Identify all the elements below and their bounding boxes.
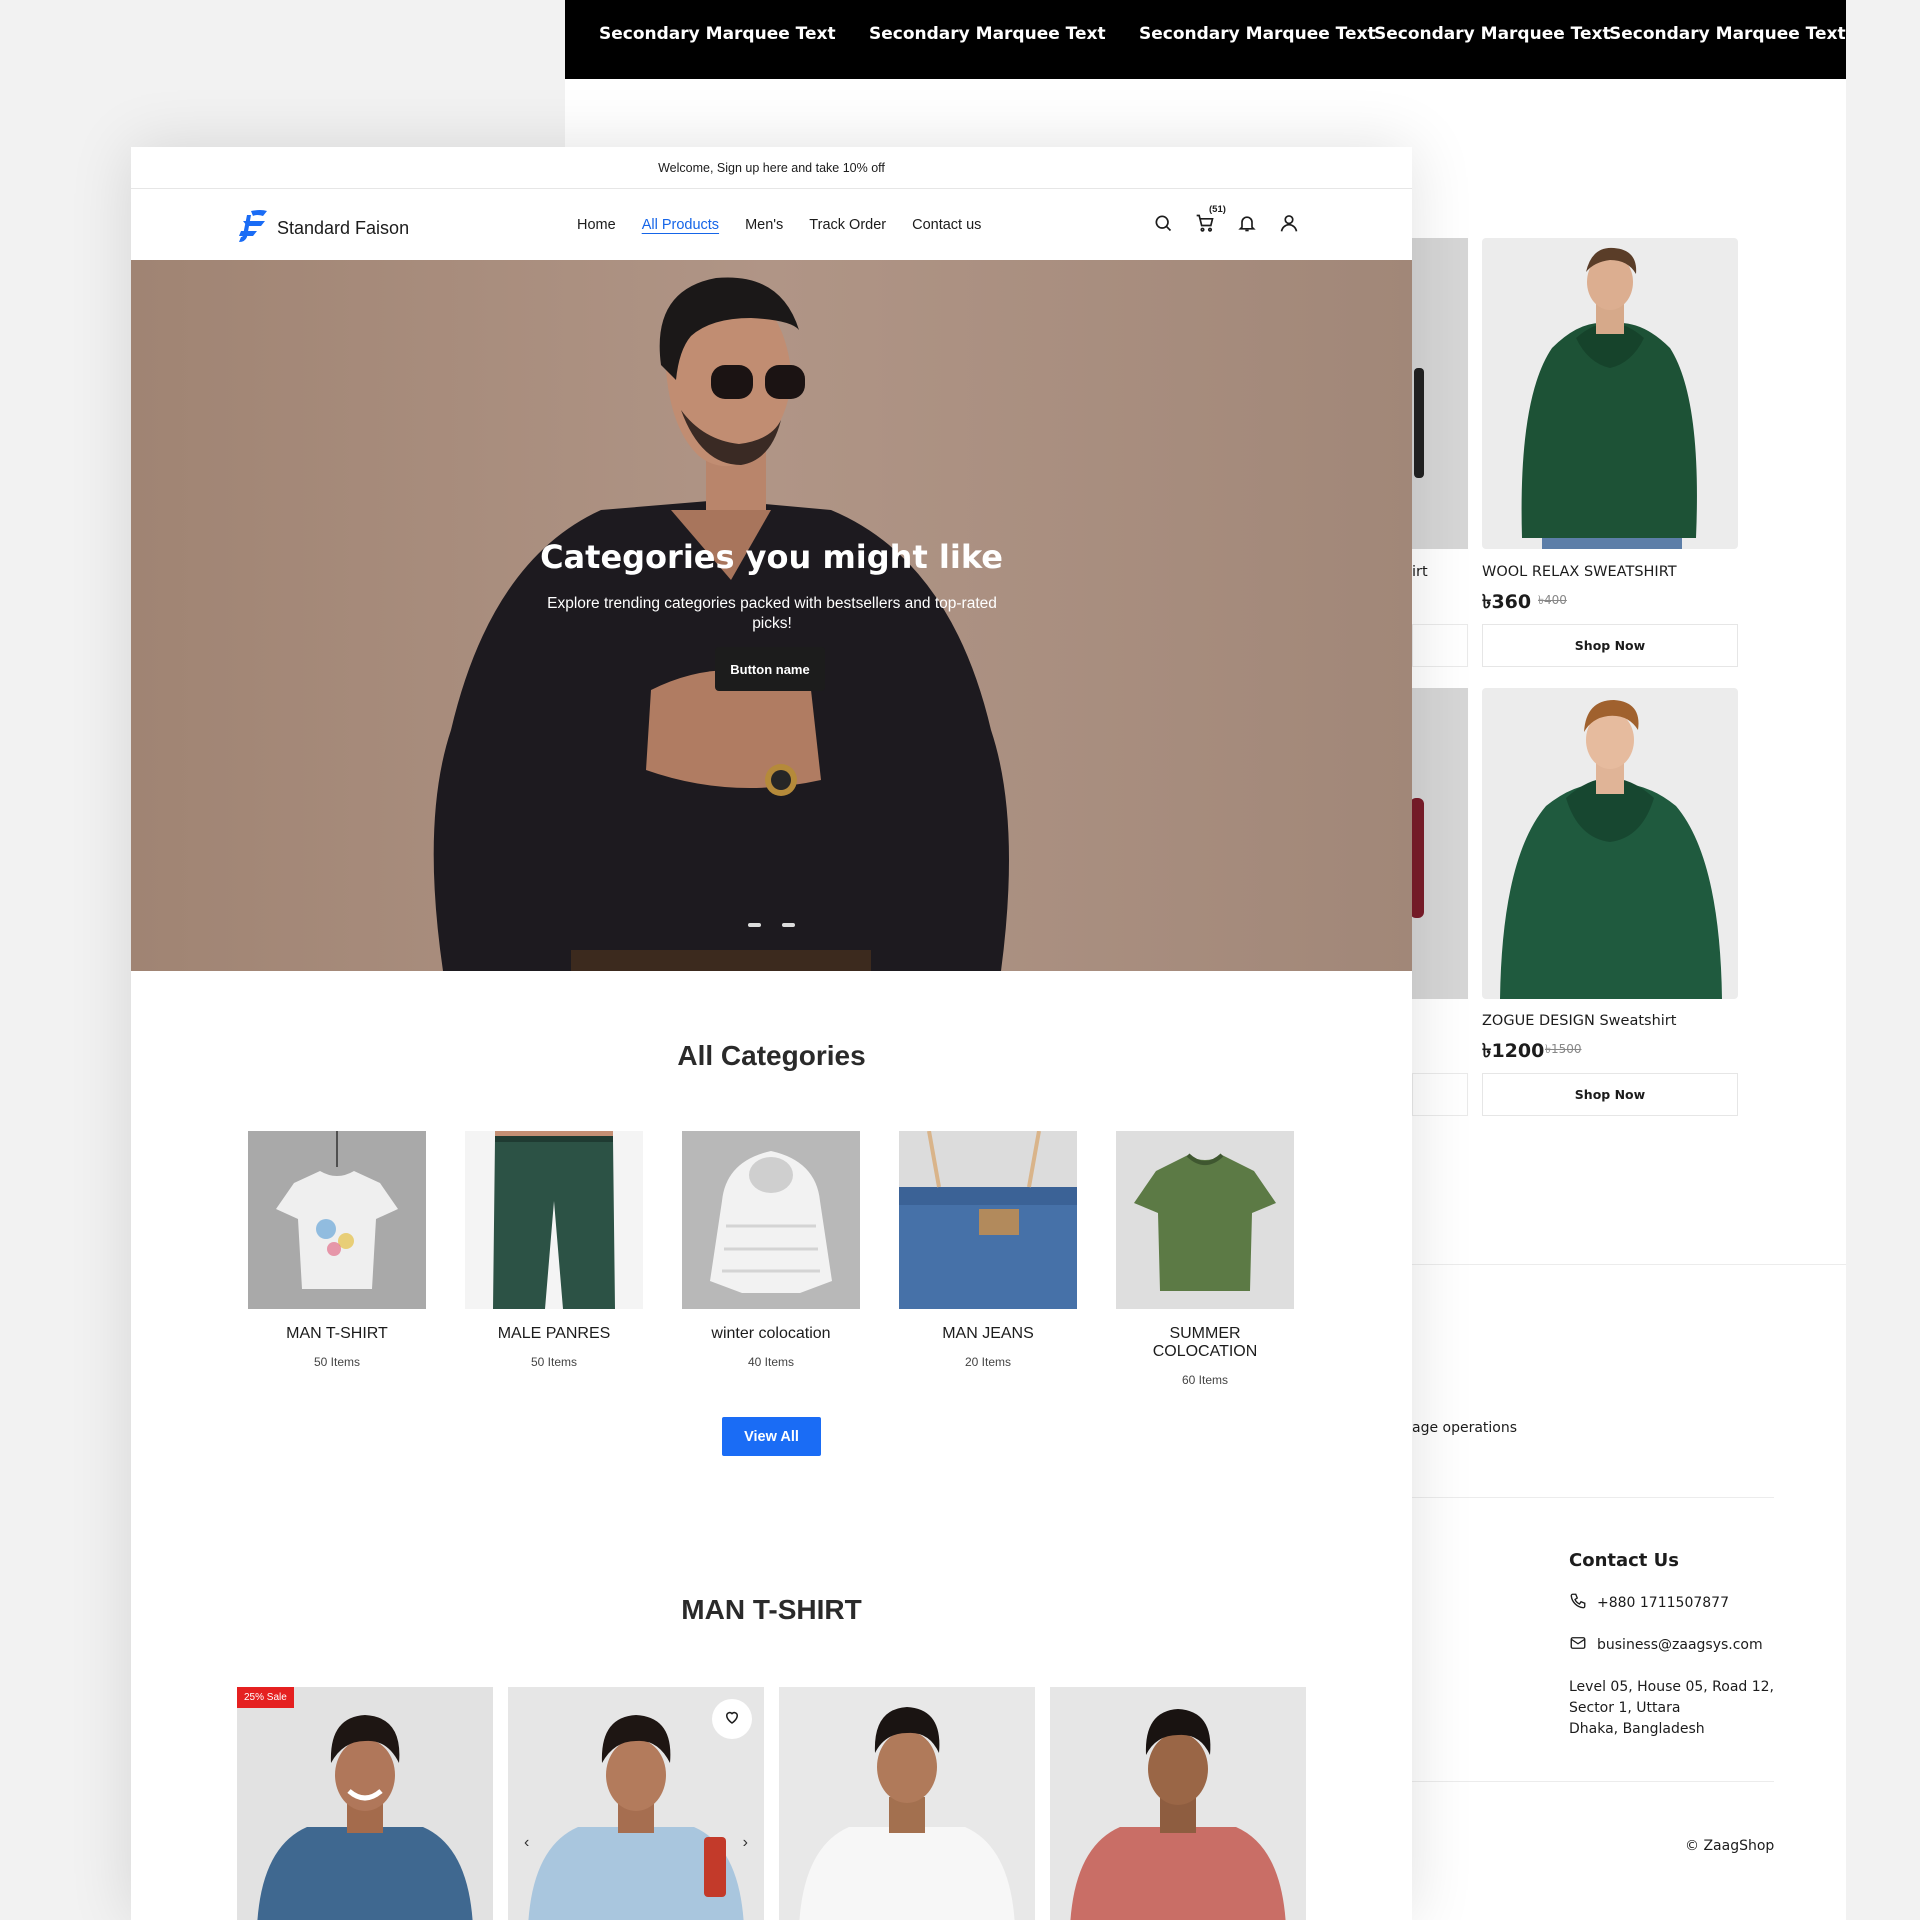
- tshirt-section-title: MAN T-SHIRT: [681, 1594, 862, 1625]
- category-count: 60 Items: [1181, 1373, 1229, 1387]
- category-count: 50 Items: [530, 1355, 578, 1369]
- category-count: 50 Items: [313, 1355, 361, 1369]
- divider: [1412, 1497, 1774, 1498]
- hero-subtitle: Explore trending categories packed with …: [547, 595, 997, 632]
- nav-track-order[interactable]: Track Order: [809, 217, 886, 233]
- product-old-price: ৳400: [1538, 593, 1567, 607]
- address-line: Sector 1, Uttara: [1569, 1700, 1681, 1716]
- product-name: irt: [1412, 564, 1428, 580]
- chevron-left-icon[interactable]: ‹: [524, 1834, 529, 1852]
- hero-title: Categories you might like: [540, 538, 1003, 576]
- product-image[interactable]: [1482, 688, 1738, 999]
- shop-now-button[interactable]: [1412, 1073, 1468, 1116]
- product-name: ZOGUE DESIGN Sweatshirt: [1482, 1013, 1677, 1029]
- category-name: MALE PANRES: [497, 1325, 611, 1342]
- brand-name: Standard Faison: [277, 218, 410, 238]
- category-image[interactable]: [465, 1131, 643, 1309]
- category-count: 20 Items: [964, 1355, 1012, 1369]
- announcement-bar: Welcome, Sign up here and take 10% off: [131, 147, 1412, 189]
- category-count: 40 Items: [747, 1355, 795, 1369]
- address-line: Dhaka, Bangladesh: [1569, 1721, 1705, 1737]
- view-all-button[interactable]: View All: [722, 1417, 821, 1456]
- product-image[interactable]: [1410, 688, 1468, 999]
- category-image[interactable]: [1116, 1131, 1294, 1309]
- announcement-text[interactable]: Welcome, Sign up here and take 10% off: [658, 161, 885, 175]
- product-card[interactable]: [779, 1687, 1035, 1920]
- marquee-text: Secondary Marquee Text: [1374, 24, 1611, 44]
- carousel-dot[interactable]: [782, 923, 795, 927]
- hero-cta-button[interactable]: Button name: [715, 647, 825, 691]
- cart-icon[interactable]: (51): [1195, 204, 1226, 233]
- nav-all-products[interactable]: All Products: [642, 217, 719, 233]
- category-card[interactable]: MAN T-SHIRT 50 Items: [248, 1131, 426, 1369]
- chevron-right-icon[interactable]: ›: [743, 1834, 748, 1852]
- marquee-text: Secondary Marquee Text: [1139, 24, 1376, 44]
- marquee-text: Secondary Marquee Text: [599, 24, 836, 44]
- bell-icon[interactable]: [1237, 213, 1257, 233]
- divider: [1412, 1781, 1774, 1782]
- nav-mens[interactable]: Men's: [745, 217, 783, 233]
- product-price: ৳1200: [1482, 1040, 1545, 1062]
- product-image[interactable]: [1412, 238, 1468, 549]
- address-line: Level 05, House 05, Road 12,: [1569, 1679, 1775, 1695]
- category-name: MAN T-SHIRT: [286, 1325, 388, 1342]
- category-card[interactable]: MALE PANRES 50 Items: [465, 1131, 643, 1369]
- main-navbar: Standard Faison Home All Products Men's …: [131, 189, 1412, 260]
- product-image[interactable]: [1482, 238, 1738, 549]
- categories-title: All Categories: [677, 1040, 866, 1071]
- copyright: © ZaagShop: [1685, 1838, 1775, 1854]
- product-old-price: ৳1500: [1545, 1042, 1582, 1056]
- category-image[interactable]: [899, 1131, 1077, 1309]
- category-card[interactable]: winter colocation 40 Items: [682, 1131, 860, 1369]
- category-card[interactable]: MAN JEANS 20 Items: [899, 1131, 1077, 1369]
- product-card[interactable]: ‹ ›: [508, 1687, 764, 1920]
- marquee-text: Secondary Marquee Text: [869, 24, 1106, 44]
- shop-now-button[interactable]: Shop Now: [1482, 1073, 1738, 1116]
- nav-actions: (51): [1153, 204, 1299, 233]
- phone-icon: [1569, 1592, 1587, 1614]
- cart-count-badge: (51): [1209, 204, 1226, 215]
- wishlist-button[interactable]: [712, 1699, 752, 1739]
- category-name: MAN JEANS: [942, 1325, 1034, 1342]
- shop-now-button[interactable]: Shop Now: [1482, 624, 1738, 667]
- marquee-bar: Secondary Marquee Text Secondary Marquee…: [565, 0, 1846, 79]
- front-page: Welcome, Sign up here and take 10% off S…: [131, 147, 1412, 1920]
- product-card[interactable]: 25% Sale: [237, 1687, 493, 1920]
- marquee-text: Secondary Marquee Text: [1609, 24, 1846, 44]
- nav-menu: Home All Products Men's Track Order Cont…: [577, 217, 981, 233]
- carousel-dot[interactable]: [748, 923, 761, 927]
- brand-logo[interactable]: Standard Faison: [237, 209, 409, 248]
- category-image[interactable]: [248, 1131, 426, 1309]
- contact-email[interactable]: business@zaagsys.com: [1569, 1634, 1763, 1656]
- email-text: business@zaagsys.com: [1597, 1637, 1763, 1653]
- search-icon[interactable]: [1153, 213, 1173, 233]
- shop-now-button[interactable]: [1412, 624, 1468, 667]
- footer-text: age operations: [1412, 1420, 1518, 1436]
- nav-home[interactable]: Home: [577, 217, 616, 233]
- contact-address: Level 05, House 05, Road 12, Sector 1, U…: [1569, 1677, 1774, 1740]
- logo-icon: [237, 209, 269, 248]
- hero-banner: Categories you might like Explore trendi…: [131, 260, 1412, 971]
- category-name: SUMMER COLOCATION: [1152, 1325, 1258, 1360]
- category-image[interactable]: [682, 1131, 860, 1309]
- contact-phone[interactable]: +880 1711507877: [1569, 1592, 1729, 1614]
- sale-badge: 25% Sale: [237, 1687, 294, 1708]
- product-name: WOOL RELAX SWEATSHIRT: [1482, 564, 1677, 580]
- phone-text: +880 1711507877: [1597, 1595, 1729, 1611]
- category-name: winter colocation: [711, 1325, 831, 1342]
- contact-title: Contact Us: [1569, 1550, 1680, 1571]
- user-icon[interactable]: [1279, 213, 1299, 233]
- nav-contact[interactable]: Contact us: [912, 217, 981, 233]
- product-price: ৳360: [1482, 591, 1532, 613]
- heart-icon: [723, 1708, 741, 1731]
- mail-icon: [1569, 1634, 1587, 1656]
- product-card[interactable]: [1050, 1687, 1306, 1920]
- divider: [1412, 1264, 1846, 1265]
- category-card[interactable]: SUMMER COLOCATION 60 Items: [1116, 1131, 1294, 1387]
